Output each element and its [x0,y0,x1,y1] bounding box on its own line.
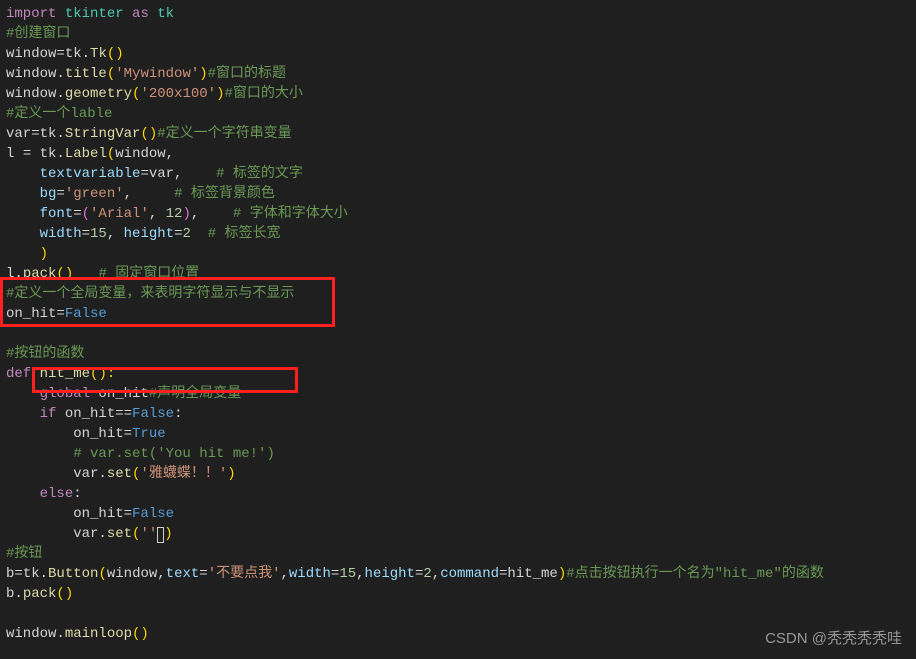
code-line: var.set('雅蠛蝶！！') [6,464,916,484]
code-line: def hit_me(): [6,364,916,384]
code-line: l.pack() # 固定窗口位置 [6,264,916,284]
code-editor: import tkinter as tk #创建窗口 window=tk.Tk(… [6,4,916,644]
code-line: # var.set('You hit me!') [6,444,916,464]
code-line [6,324,916,344]
code-line: window.title('Mywindow')#窗口的标题 [6,64,916,84]
code-line: font=('Arial', 12), # 字体和字体大小 [6,204,916,224]
code-line: on_hit=True [6,424,916,444]
code-line: width=15, height=2 # 标签长宽 [6,224,916,244]
code-line: var.set('') [6,524,916,544]
code-line: window.geometry('200x100')#窗口的大小 [6,84,916,104]
code-line [6,604,916,624]
code-line: b.pack() [6,584,916,604]
code-line: b=tk.Button(window,text='不要点我',width=15,… [6,564,916,584]
code-line: else: [6,484,916,504]
watermark: CSDN @秃秃秃秃哇 [765,629,902,649]
code-line: #按钮 [6,544,916,564]
code-line: var=tk.StringVar()#定义一个字符串变量 [6,124,916,144]
code-line: window=tk.Tk() [6,44,916,64]
code-line: on_hit=False [6,504,916,524]
code-line: on_hit=False [6,304,916,324]
code-line: global on_hit#声明全局变量 [6,384,916,404]
code-line: import tkinter as tk [6,4,916,24]
code-line: #定义一个lable [6,104,916,124]
code-line: #按钮的函数 [6,344,916,364]
code-line: l = tk.Label(window, [6,144,916,164]
code-line: textvariable=var, # 标签的文字 [6,164,916,184]
code-line: bg='green', # 标签背景颜色 [6,184,916,204]
code-line: #创建窗口 [6,24,916,44]
code-line: if on_hit==False: [6,404,916,424]
code-line: ) [6,244,916,264]
code-line: #定义一个全局变量，来表明字符显示与不显示 [6,284,916,304]
